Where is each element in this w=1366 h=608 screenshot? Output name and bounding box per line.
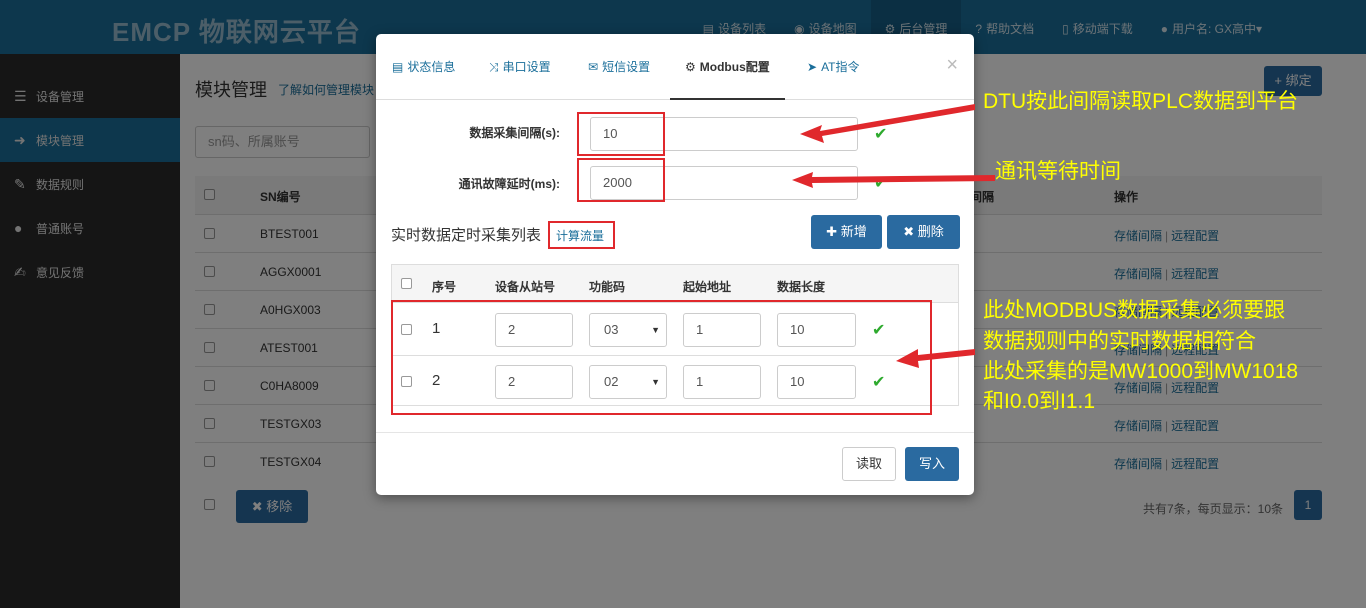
interval-label: 数据采集间隔(s): — [469, 126, 560, 140]
modal-footer-divider — [376, 432, 974, 433]
send-icon: ➤ — [807, 60, 818, 74]
list-alt-icon: ▤ — [392, 60, 404, 74]
table-header: 序号 设备从站号 功能码 起始地址 数据长度 — [392, 265, 958, 303]
modbus-config-dialog: ▤ 状态信息 ⤨ 串口设置 ✉ 短信设置 ⚙ Modbus配置 ➤ AT指令 × 数据采集… — [376, 34, 974, 495]
envelope-icon: ✉ — [588, 60, 599, 74]
annotation-table-note-4: 和I0.0到I1.1 — [983, 390, 1096, 413]
tab-status-info[interactable]: ▤ 状态信息 — [392, 34, 455, 100]
delete-button[interactable]: ✖ 删除 — [887, 215, 960, 249]
valid-check-icon: ✔ — [874, 175, 888, 192]
annotation-box-table — [391, 300, 932, 415]
annotation-interval-note: DTU按此间隔读取PLC数据到平台 — [983, 90, 1299, 113]
tab-serial-settings[interactable]: ⤨ 串口设置 — [489, 34, 551, 100]
annotation-box-calc — [548, 221, 615, 249]
valid-check-icon: ✔ — [874, 126, 888, 143]
annotation-table-note-1: 此处MODBUS数据采集必须要跟 — [983, 299, 1286, 322]
timeout-label: 通讯故障延时(ms): — [458, 177, 560, 191]
select-all-checkbox[interactable] — [401, 278, 412, 289]
read-button[interactable]: 读取 — [842, 447, 896, 481]
random-icon: ⤨ — [489, 60, 499, 74]
annotation-box-timeout — [577, 158, 665, 202]
annotation-table-note-3: 此处采集的是MW1000到MW1018 — [983, 360, 1299, 383]
annotation-timeout-note: 通讯等待时间 — [995, 160, 1121, 183]
tab-sms-settings[interactable]: ✉ 短信设置 — [588, 34, 650, 100]
modal-tabs: ▤ 状态信息 ⤨ 串口设置 ✉ 短信设置 ⚙ Modbus配置 ➤ AT指令 × — [376, 34, 974, 100]
cog-icon: ⚙ — [685, 60, 696, 74]
annotation-box-interval — [577, 112, 665, 156]
write-button[interactable]: 写入 — [905, 447, 959, 481]
collection-list-title: 实时数据定时采集列表 — [391, 227, 542, 244]
close-icon[interactable]: × — [946, 54, 958, 77]
tab-at-command[interactable]: ➤ AT指令 — [807, 34, 860, 100]
add-button[interactable]: ✚ 新增 — [811, 215, 882, 249]
annotation-table-note-2: 数据规则中的实时数据相符合 — [983, 330, 1256, 353]
tab-modbus-config[interactable]: ⚙ Modbus配置 — [670, 34, 785, 100]
